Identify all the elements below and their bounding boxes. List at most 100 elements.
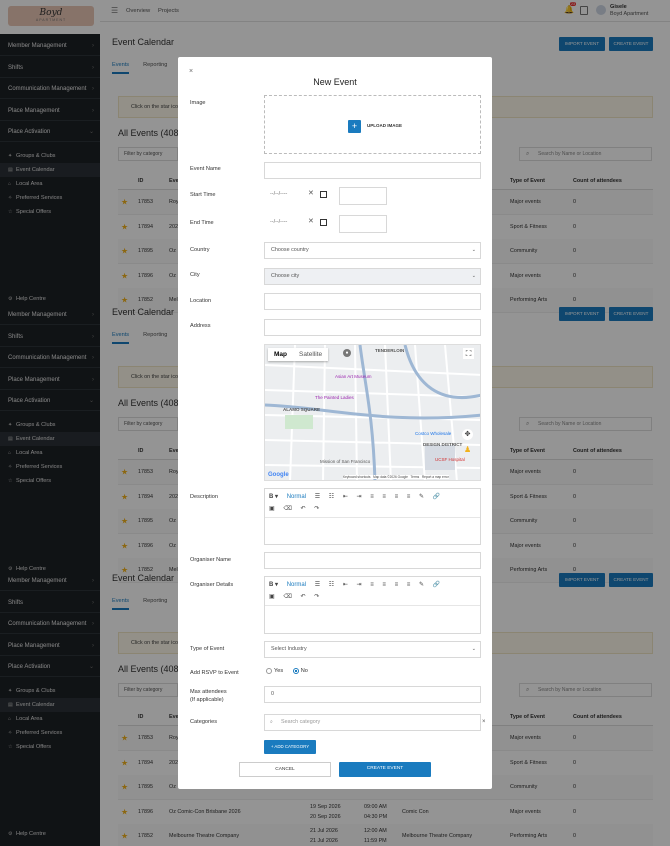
add-rsvp-label: Add RSVP to Event [190,670,239,676]
street-view-icon[interactable]: ♟ [464,445,471,454]
undo-icon[interactable]: ↶ [301,591,306,603]
chevron-down-icon: ⌄ [471,247,476,253]
type-of-event-select[interactable]: Select Industry ⌄ [264,641,481,658]
start-date-input[interactable]: --/--/---- ✕ [264,187,332,205]
map-type-toggle: Map Satellite [268,348,329,361]
redo-icon[interactable]: ↷ [314,591,319,603]
location-input[interactable] [264,293,481,310]
city-placeholder: Choose city [271,273,300,279]
modal-title: New Event [313,77,357,87]
city-select[interactable]: Choose city ⌄ [264,268,481,285]
pen-icon[interactable]: ✎ [419,491,424,503]
address-input[interactable] [264,319,481,336]
align-center-icon[interactable]: ≡ [382,491,386,503]
map-label: Costco Wholesale [415,431,452,436]
max-attendees-input[interactable]: 0 [264,686,481,703]
satellite-tab[interactable]: Satellite [293,348,328,361]
upload-plus-icon[interactable]: + [348,120,361,133]
indent-icon[interactable]: ⇥ [357,579,362,591]
start-time-input[interactable] [339,187,387,205]
end-time-label: End Time [190,220,214,226]
organiser-name-label: Organiser Name [190,557,232,563]
country-placeholder: Choose country [271,247,309,253]
align-right-icon[interactable]: ≡ [395,491,399,503]
categories-label: Categories [190,719,218,725]
justify-icon[interactable]: ≡ [407,491,411,503]
format-select[interactable]: Normal [287,579,306,591]
image-icon[interactable]: ▣ [269,591,275,603]
link-icon[interactable]: 🔗 [433,491,440,503]
city-label: City [190,272,200,278]
align-center-icon[interactable]: ≡ [382,579,386,591]
align-right-icon[interactable]: ≡ [395,579,399,591]
calendar-icon[interactable] [320,191,327,198]
organiser-name-input[interactable] [264,552,481,569]
max-attendees-value: 0 [271,691,274,697]
country-label: Country [190,247,210,253]
end-time-input[interactable] [339,215,387,233]
event-name-label: Event Name [190,166,221,172]
map-pin-icon: ● [343,349,351,357]
google-logo: Google [268,472,289,478]
category-placeholder: Search category [281,719,321,725]
create-event-button[interactable]: CREATE EVENT [339,762,431,777]
editor-toolbar: B ▾ Normal ☰ ☷ ⇤ ⇥ ≡ ≡ ≡ ≡ ✎ 🔗 ▣ ⌫ ↶ ↷ [265,577,480,606]
bold-icon[interactable]: B ▾ [269,491,278,503]
eraser-icon[interactable]: ⌫ [283,503,291,515]
bullet-list-icon[interactable]: ☰ [315,491,320,503]
fullscreen-icon[interactable]: ⛶ [463,348,474,359]
undo-icon[interactable]: ↶ [301,503,306,515]
image-icon[interactable]: ▣ [269,503,275,515]
clear-icon[interactable]: ✕ [308,187,314,201]
category-search-input[interactable]: ⌕ Search category [264,714,481,731]
chevron-down-icon: ⌄ [471,273,476,279]
event-name-input[interactable] [264,162,481,179]
map-park [285,415,313,429]
rsvp-yes-label: Yes [274,668,284,675]
justify-icon[interactable]: ≡ [407,579,411,591]
numbered-list-icon[interactable]: ☷ [329,491,334,503]
outdent-icon[interactable]: ⇤ [343,579,348,591]
map-pan-icon[interactable]: ✥ [462,429,473,440]
image-dropzone[interactable]: + UPLOAD IMAGE [264,95,481,154]
organiser-details-editor[interactable]: B ▾ Normal ☰ ☷ ⇤ ⇥ ≡ ≡ ≡ ≡ ✎ 🔗 ▣ ⌫ ↶ ↷ [264,576,481,634]
editor-body[interactable] [265,518,480,544]
max-attendees-sublabel: (If applicable) [190,697,224,703]
map-label: TENDERLOIN [375,348,405,353]
map-widget[interactable]: Map Satellite ● ⛶ TENDERLOIN Asian Art Mu… [264,344,481,481]
align-left-icon[interactable]: ≡ [370,491,374,503]
bold-icon[interactable]: B ▾ [269,579,278,591]
clear-icon[interactable]: ✕ [308,215,314,229]
map-label: DESIGN DISTRICT [423,442,463,447]
address-label: Address [190,323,211,329]
map-tab[interactable]: Map [268,348,293,361]
description-editor[interactable]: B ▾ Normal ☰ ☷ ⇤ ⇥ ≡ ≡ ≡ ≡ ✎ 🔗 ▣ ⌫ ↶ ↷ [264,488,481,545]
outdent-icon[interactable]: ⇤ [343,491,348,503]
bullet-list-icon[interactable]: ☰ [315,579,320,591]
redo-icon[interactable]: ↷ [314,503,319,515]
country-select[interactable]: Choose country ⌄ [264,242,481,259]
rsvp-no-option[interactable]: No [292,668,308,674]
end-date-input[interactable]: --/--/---- ✕ [264,215,332,233]
pen-icon[interactable]: ✎ [419,579,424,591]
link-icon[interactable]: 🔗 [433,579,440,591]
align-left-icon[interactable]: ≡ [370,579,374,591]
close-icon[interactable]: × [189,68,193,75]
rsvp-radio-group: Yes No [266,668,308,674]
calendar-icon[interactable] [320,219,327,226]
editor-toolbar: B ▾ Normal ☰ ☷ ⇤ ⇥ ≡ ≡ ≡ ≡ ✎ 🔗 ▣ ⌫ ↶ ↷ [265,489,480,518]
max-attendees-label: Max attendees [190,689,227,695]
chevron-down-icon: ⌄ [471,646,476,652]
format-select[interactable]: Normal [287,491,306,503]
rsvp-yes-option[interactable]: Yes [266,668,283,674]
clear-category-icon[interactable]: × [482,719,486,725]
numbered-list-icon[interactable]: ☷ [329,579,334,591]
radio-no[interactable] [292,668,299,674]
start-date-placeholder: --/--/---- [270,191,288,197]
add-category-button[interactable]: + ADD CATEGORY [264,740,316,754]
cancel-button[interactable]: CANCEL [239,762,331,777]
radio-yes[interactable] [266,668,272,674]
indent-icon[interactable]: ⇥ [357,491,362,503]
eraser-icon[interactable]: ⌫ [283,591,291,603]
editor-body[interactable] [265,606,480,632]
